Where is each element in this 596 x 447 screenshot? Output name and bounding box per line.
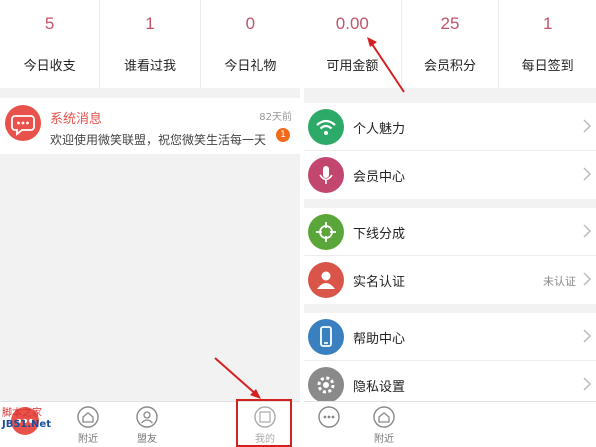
menu-label: 下线分成 [353, 227, 406, 242]
annotation-highlight-box [236, 399, 292, 447]
chevron-right-icon [583, 377, 592, 391]
watermark-line: 脚本之家 [2, 408, 42, 419]
verification-status: 未认证 [543, 275, 576, 288]
chevron-right-icon [583, 167, 592, 181]
user-silhouette-icon [308, 262, 344, 298]
wifi-icon [308, 109, 344, 145]
menu-item-charm[interactable]: 个人魅力 [304, 103, 596, 151]
circles-icon [318, 406, 340, 428]
gear-icon [308, 367, 344, 403]
menu-label: 帮助中心 [353, 332, 406, 347]
menu-label: 实名认证 [353, 275, 406, 290]
menu-group: 下线分成 实名认证 未认证 [304, 208, 596, 304]
crosshair-icon [308, 214, 344, 250]
menu-label: 会员中心 [353, 170, 406, 185]
watermark-line: JB51.Net [2, 419, 51, 430]
tab-label: 附近 [374, 434, 394, 445]
menu-label: 个人魅力 [353, 122, 406, 137]
menu-item-member-center[interactable]: 会员中心 [304, 151, 596, 199]
chevron-right-icon [583, 119, 592, 133]
right-screen: 0.00 可用金额 25 会员积分 1 每日签到 个人魅力 会员中心 下线分成 … [304, 0, 596, 447]
annotation-arrow [367, 37, 405, 93]
menu-item-real-name-auth[interactable]: 实名认证 未认证 [304, 256, 596, 304]
site-watermark: 脚本之家 JB51.Net [2, 408, 51, 430]
menu-item-help-center[interactable]: 帮助中心 [304, 313, 596, 361]
microphone-icon [308, 157, 344, 193]
menu-group: 个人魅力 会员中心 [304, 103, 596, 199]
phone-icon [308, 319, 344, 355]
house-icon [373, 406, 395, 428]
annotation-arrow [214, 357, 261, 399]
chevron-right-icon [583, 224, 592, 238]
menu-group: 帮助中心 隐私设置 [304, 313, 596, 409]
left-screen: 5 今日收支 1 谁看过我 0 今日礼物 系统消息 82天前 欢迎使用微笑联盟，… [0, 0, 300, 447]
chevron-right-icon [583, 329, 592, 343]
menu-item-downline-share[interactable]: 下线分成 [304, 208, 596, 256]
tab-nearby[interactable]: 附近 [364, 406, 404, 445]
chevron-right-icon [583, 272, 592, 286]
menu-label: 隐私设置 [353, 380, 406, 395]
tab-home[interactable] [309, 406, 349, 428]
bottom-tab-bar: 附近 [304, 401, 596, 447]
